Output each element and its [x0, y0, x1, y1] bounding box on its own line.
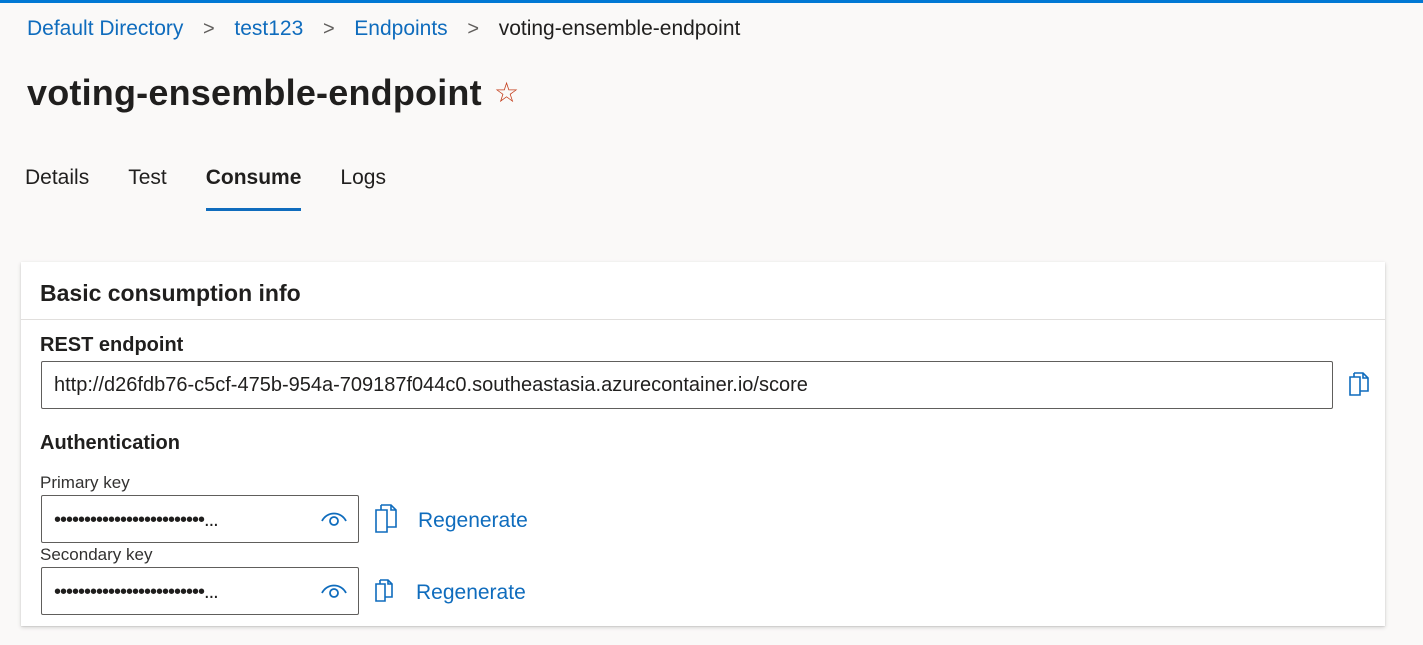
- tab-details[interactable]: Details: [25, 164, 89, 211]
- page-title: voting-ensemble-endpoint: [27, 72, 482, 113]
- breadcrumb-test123[interactable]: test123: [234, 16, 303, 42]
- chevron-right-icon: >: [203, 18, 215, 40]
- authentication-label: Authentication: [40, 432, 180, 454]
- regenerate-secondary-button[interactable]: Regenerate: [416, 580, 526, 606]
- primary-key-label: Primary key: [40, 473, 130, 492]
- tab-bar: Details Test Consume Logs: [25, 164, 425, 211]
- primary-key-value: •••••••••••••••••••••••••...: [54, 509, 219, 531]
- rest-endpoint-label: REST endpoint: [40, 334, 184, 356]
- regenerate-primary-button[interactable]: Regenerate: [418, 508, 528, 534]
- eye-icon[interactable]: [321, 509, 347, 529]
- copy-endpoint-icon[interactable]: [1348, 372, 1370, 403]
- primary-key-field[interactable]: •••••••••••••••••••••••••...: [41, 495, 359, 543]
- top-accent-bar: [0, 0, 1423, 3]
- card-title: Basic consumption info: [21, 262, 1385, 320]
- tab-logs[interactable]: Logs: [340, 164, 386, 211]
- secondary-key-value: •••••••••••••••••••••••••...: [54, 581, 219, 603]
- breadcrumb-default-directory[interactable]: Default Directory: [27, 16, 183, 42]
- breadcrumb-endpoints[interactable]: Endpoints: [354, 16, 447, 42]
- secondary-key-label: Secondary key: [40, 545, 153, 564]
- breadcrumb-current: voting-ensemble-endpoint: [498, 17, 741, 40]
- consumption-info-card: Basic consumption info REST endpoint htt…: [21, 262, 1385, 626]
- copy-primary-key-icon[interactable]: [374, 504, 398, 539]
- copy-secondary-key-icon[interactable]: [374, 579, 394, 608]
- tab-test[interactable]: Test: [128, 164, 167, 211]
- eye-icon[interactable]: [321, 581, 347, 601]
- secondary-key-field[interactable]: •••••••••••••••••••••••••...: [41, 567, 359, 615]
- breadcrumb: Default Directory > test123 > Endpoints …: [27, 16, 740, 42]
- favorite-star-icon[interactable]: ☆: [494, 76, 519, 110]
- chevron-right-icon: >: [322, 18, 335, 40]
- tab-consume[interactable]: Consume: [205, 164, 302, 211]
- rest-endpoint-field[interactable]: http://d26fdb76-c5cf-475b-954a-709187f04…: [41, 361, 1333, 409]
- chevron-right-icon: >: [467, 18, 480, 40]
